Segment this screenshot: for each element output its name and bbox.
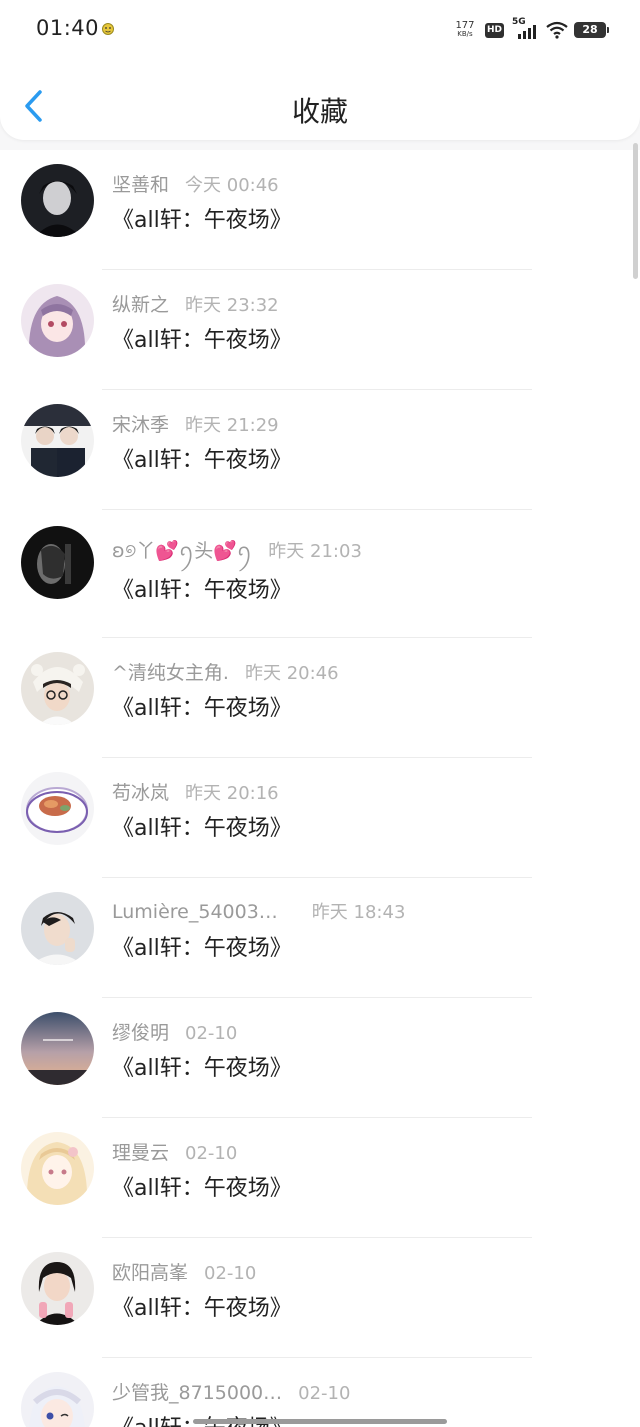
avatar[interactable] bbox=[21, 526, 94, 599]
timestamp: 02-10 bbox=[185, 1023, 238, 1044]
work-title[interactable]: 《all轩：午夜场》 bbox=[112, 322, 292, 354]
avatar[interactable] bbox=[21, 892, 94, 965]
list-item[interactable]: ^清纯女主角. 昨天 20:46 《all轩：午夜场》 bbox=[0, 638, 640, 758]
header: 收藏 bbox=[0, 70, 640, 140]
timestamp: 02-10 bbox=[185, 1143, 238, 1164]
wifi-icon bbox=[546, 21, 568, 39]
work-title[interactable]: 《all轩：午夜场》 bbox=[112, 930, 292, 962]
favorites-list: 坚善和 今天 00:46 《all轩：午夜场》 纵新之 昨天 23:32 《all轩… bbox=[0, 150, 640, 1427]
top-bar: 01:40 177 KB/s HD 5G 28 收藏 bbox=[0, 0, 640, 140]
username[interactable]: 坚善和 bbox=[112, 174, 169, 196]
avatar[interactable] bbox=[21, 772, 94, 845]
timestamp: 昨天 20:16 bbox=[185, 783, 279, 804]
list-item[interactable]: 理曼云 02-10 《all轩：午夜场》 bbox=[0, 1118, 640, 1238]
work-title[interactable]: 《all轩：午夜场》 bbox=[112, 442, 292, 474]
list-item[interactable]: 苟冰岚 昨天 20:16 《all轩：午夜场》 bbox=[0, 758, 640, 878]
work-title[interactable]: 《all轩：午夜场》 bbox=[112, 202, 292, 234]
signal-icon: 5G bbox=[512, 17, 538, 40]
hd-icon: HD bbox=[484, 22, 504, 38]
list-item[interactable]: 宋沐季 昨天 21:29 《all轩：午夜场》 bbox=[0, 390, 640, 510]
username[interactable]: Lumière_54003… bbox=[112, 901, 278, 923]
work-title[interactable]: 《all轩：午夜场》 bbox=[112, 1050, 292, 1082]
username[interactable]: 苟冰岚 bbox=[112, 782, 169, 804]
username[interactable]: 宋沐季 bbox=[112, 414, 169, 436]
timestamp: 昨天 18:43 bbox=[311, 902, 406, 923]
avatar[interactable] bbox=[21, 284, 94, 357]
work-title[interactable]: 《all轩：午夜场》 bbox=[112, 810, 292, 842]
list-item[interactable]: ʚ୭丫💕ꪆ头💕ꪆ 昨天 21:03 《all轩：午夜场》 bbox=[0, 510, 640, 638]
work-title[interactable]: 《all轩：午夜场》 bbox=[112, 1290, 292, 1322]
avatar[interactable] bbox=[21, 1132, 94, 1205]
net-speed: 177 KB/s bbox=[455, 20, 475, 39]
status-bar: 01:40 177 KB/s HD 5G 28 bbox=[0, 0, 640, 60]
username[interactable]: ^清纯女主角. bbox=[112, 662, 229, 684]
work-title[interactable]: 《all轩：午夜场》 bbox=[112, 690, 292, 722]
avatar[interactable] bbox=[21, 652, 94, 725]
screen: 01:40 177 KB/s HD 5G 28 收藏 坚善和 今天 00:46 … bbox=[0, 0, 640, 1427]
list-item[interactable]: 缪俊明 02-10 《all轩：午夜场》 bbox=[0, 998, 640, 1118]
list-item[interactable]: 少管我_8715000…02-10 《all轩：午夜场》 bbox=[0, 1358, 640, 1427]
username[interactable]: 欧阳高峯 bbox=[112, 1262, 188, 1284]
status-time: 01:40 bbox=[36, 16, 100, 40]
timestamp: 昨天 21:03 bbox=[268, 541, 362, 562]
battery-icon: 28 bbox=[574, 22, 609, 38]
username[interactable]: 少管我_8715000… bbox=[112, 1382, 282, 1404]
timestamp: 昨天 21:29 bbox=[185, 415, 279, 436]
notification-emoji-icon bbox=[102, 23, 114, 35]
avatar[interactable] bbox=[21, 1252, 94, 1325]
username[interactable]: 理曼云 bbox=[112, 1142, 169, 1164]
list-item[interactable]: Lumière_54003… 昨天 18:43 《all轩：午夜场》 bbox=[0, 878, 640, 998]
username[interactable]: 纵新之 bbox=[112, 294, 169, 316]
page-title: 收藏 bbox=[291, 95, 348, 128]
work-title[interactable]: 《all轩：午夜场》 bbox=[112, 572, 292, 604]
avatar[interactable] bbox=[21, 1012, 94, 1085]
avatar[interactable] bbox=[21, 164, 94, 237]
work-title[interactable]: 《all轩：午夜场》 bbox=[112, 1170, 292, 1202]
timestamp: 昨天 20:46 bbox=[244, 663, 339, 684]
timestamp: 昨天 23:32 bbox=[185, 295, 279, 316]
timestamp: 今天 00:46 bbox=[185, 175, 279, 196]
timestamp: 02-10 bbox=[298, 1383, 351, 1404]
avatar[interactable] bbox=[21, 1372, 94, 1427]
scrollbar-thumb[interactable] bbox=[633, 143, 638, 279]
list-item[interactable]: 坚善和 今天 00:46 《all轩：午夜场》 bbox=[0, 150, 640, 270]
timestamp: 02-10 bbox=[204, 1263, 257, 1284]
username[interactable]: 缪俊明 bbox=[112, 1022, 169, 1044]
list-item[interactable]: 纵新之 昨天 23:32 《all轩：午夜场》 bbox=[0, 270, 640, 390]
username[interactable]: ʚ୭丫💕ꪆ头💕ꪆ bbox=[112, 540, 252, 562]
avatar[interactable] bbox=[21, 404, 94, 477]
status-icons: 177 KB/s HD 5G 28 bbox=[453, 17, 609, 42]
list-item[interactable]: 欧阳高峯 02-10 《all轩：午夜场》 bbox=[0, 1238, 640, 1358]
home-indicator[interactable] bbox=[193, 1419, 447, 1424]
